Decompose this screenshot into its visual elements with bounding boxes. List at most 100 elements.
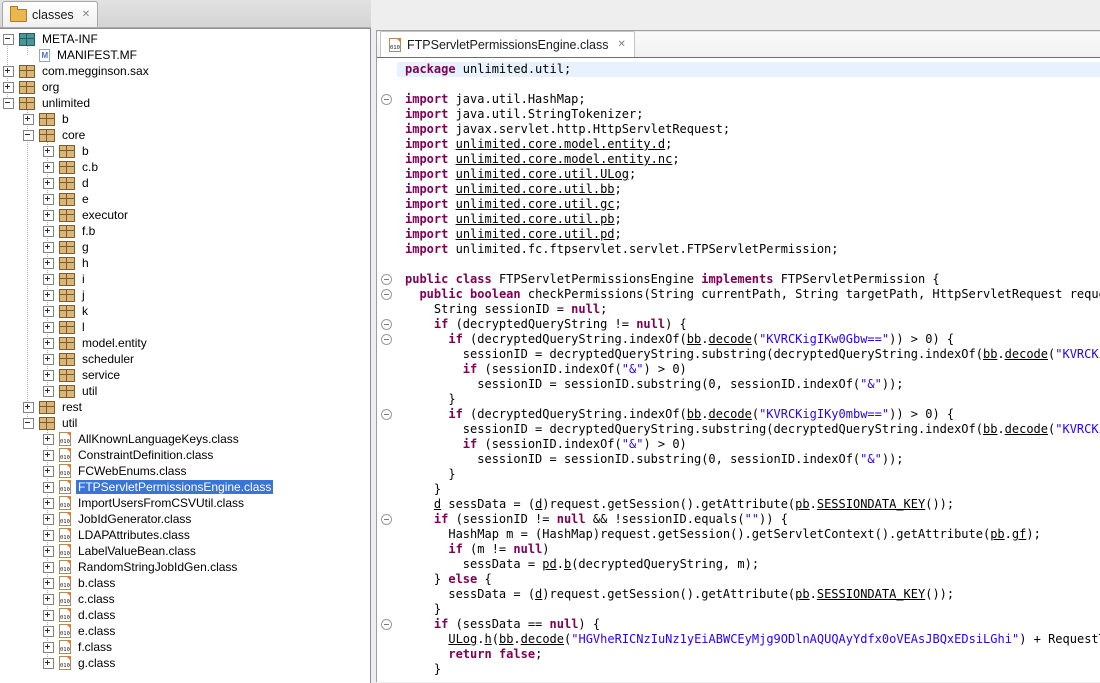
code-link[interactable]: unlimited.core.util.pb: [456, 212, 615, 226]
tree-item[interactable]: i: [0, 271, 370, 287]
tree-item[interactable]: c.b: [0, 159, 370, 175]
expand-toggle-icon[interactable]: [43, 562, 54, 573]
code-link[interactable]: bb: [499, 632, 513, 646]
code-link[interactable]: decode: [1005, 347, 1048, 361]
tree-item[interactable]: LDAPAttributes.class: [0, 527, 370, 543]
tree-item[interactable]: unlimited: [0, 95, 370, 111]
tree-item[interactable]: LabelValueBean.class: [0, 543, 370, 559]
code-link[interactable]: pb: [795, 497, 809, 511]
code-link[interactable]: gf: [1012, 527, 1026, 541]
expand-toggle-icon[interactable]: [43, 370, 54, 381]
collapse-toggle-icon[interactable]: [23, 418, 34, 429]
tree-item[interactable]: g: [0, 239, 370, 255]
code-link[interactable]: unlimited.core.util.ULog: [456, 167, 629, 181]
collapse-toggle-icon[interactable]: [3, 34, 14, 45]
expand-toggle-icon[interactable]: [43, 258, 54, 269]
expand-toggle-icon[interactable]: [43, 514, 54, 525]
expand-toggle-icon[interactable]: [43, 594, 54, 605]
fold-collapse-icon[interactable]: [381, 289, 392, 300]
close-icon[interactable]: ✕: [617, 40, 625, 50]
expand-toggle-icon[interactable]: [43, 658, 54, 669]
editor-content[interactable]: package unlimited.util;import java.util.…: [377, 58, 1100, 682]
tree-item[interactable]: ImportUsersFromCSVUtil.class: [0, 495, 370, 511]
tree-item[interactable]: FTPServletPermissionsEngine.class: [0, 479, 370, 495]
tree-item[interactable]: e: [0, 191, 370, 207]
expand-toggle-icon[interactable]: [3, 82, 14, 93]
code-link[interactable]: pb: [795, 587, 809, 601]
tree-item[interactable]: j: [0, 287, 370, 303]
close-icon[interactable]: ✕: [82, 10, 90, 20]
expand-toggle-icon[interactable]: [43, 306, 54, 317]
tree-item[interactable]: service: [0, 367, 370, 383]
code-link[interactable]: decode: [708, 407, 751, 421]
code-link[interactable]: decode: [1005, 422, 1048, 436]
tree-item[interactable]: c.class: [0, 591, 370, 607]
expand-toggle-icon[interactable]: [43, 146, 54, 157]
code-link[interactable]: bb: [687, 407, 701, 421]
collapse-toggle-icon[interactable]: [3, 98, 14, 109]
tree-item[interactable]: b.class: [0, 575, 370, 591]
tree-item[interactable]: model.entity: [0, 335, 370, 351]
tree-item[interactable]: RandomStringJobIdGen.class: [0, 559, 370, 575]
code-link[interactable]: decode: [521, 632, 564, 646]
expand-toggle-icon[interactable]: [43, 498, 54, 509]
expand-toggle-icon[interactable]: [43, 466, 54, 477]
expand-toggle-icon[interactable]: [43, 386, 54, 397]
expand-toggle-icon[interactable]: [3, 66, 14, 77]
fold-collapse-icon[interactable]: [381, 319, 392, 330]
expand-toggle-icon[interactable]: [23, 114, 34, 125]
expand-toggle-icon[interactable]: [43, 642, 54, 653]
fold-collapse-icon[interactable]: [381, 619, 392, 630]
tree-item[interactable]: g.class: [0, 655, 370, 671]
tree-item[interactable]: l: [0, 319, 370, 335]
tree-item[interactable]: META-INF: [0, 31, 370, 47]
tree-item[interactable]: JobIdGenerator.class: [0, 511, 370, 527]
code-link[interactable]: unlimited.core.util.pd: [456, 227, 615, 241]
tree-item[interactable]: e.class: [0, 623, 370, 639]
tree-item[interactable]: d.class: [0, 607, 370, 623]
expand-toggle-icon[interactable]: [43, 482, 54, 493]
expand-toggle-icon[interactable]: [43, 354, 54, 365]
expand-toggle-icon[interactable]: [43, 290, 54, 301]
expand-toggle-icon[interactable]: [43, 178, 54, 189]
expand-toggle-icon[interactable]: [43, 626, 54, 637]
expand-toggle-icon[interactable]: [43, 210, 54, 221]
tree-item[interactable]: com.megginson.sax: [0, 63, 370, 79]
tree-item[interactable]: core: [0, 127, 370, 143]
tree-item[interactable]: b: [0, 111, 370, 127]
fold-collapse-icon[interactable]: [381, 409, 392, 420]
expand-toggle-icon[interactable]: [43, 338, 54, 349]
tree-item[interactable]: AllKnownLanguageKeys.class: [0, 431, 370, 447]
code-link[interactable]: unlimited.core.util.bb: [456, 182, 615, 196]
expand-toggle-icon[interactable]: [43, 242, 54, 253]
tree-item[interactable]: scheduler: [0, 351, 370, 367]
tree-item[interactable]: executor: [0, 207, 370, 223]
expand-toggle-icon[interactable]: [43, 434, 54, 445]
code-link[interactable]: bb: [983, 422, 997, 436]
tree-item[interactable]: f.class: [0, 639, 370, 655]
tree-item[interactable]: d: [0, 175, 370, 191]
code-link[interactable]: unlimited.core.util.gc: [456, 197, 615, 211]
tree-item[interactable]: MANIFEST.MF: [0, 47, 370, 63]
expand-toggle-icon[interactable]: [43, 194, 54, 205]
expand-toggle-icon[interactable]: [43, 546, 54, 557]
expand-toggle-icon[interactable]: [43, 322, 54, 333]
tree-item[interactable]: rest: [0, 399, 370, 415]
fold-collapse-icon[interactable]: [381, 274, 392, 285]
fold-collapse-icon[interactable]: [381, 94, 392, 105]
code-link[interactable]: unlimited.core.model.entity.nc: [456, 152, 673, 166]
tree-item[interactable]: f.b: [0, 223, 370, 239]
expand-toggle-icon[interactable]: [23, 402, 34, 413]
code-link[interactable]: h: [485, 632, 492, 646]
expand-toggle-icon[interactable]: [43, 610, 54, 621]
tree-item[interactable]: util: [0, 415, 370, 431]
code-link[interactable]: ULog: [448, 632, 477, 646]
collapse-toggle-icon[interactable]: [23, 130, 34, 141]
code-link[interactable]: pd: [542, 557, 556, 571]
expand-toggle-icon[interactable]: [43, 274, 54, 285]
tab-classes[interactable]: classes ✕: [2, 1, 98, 27]
tree-item[interactable]: h: [0, 255, 370, 271]
code-link[interactable]: SESSIONDATA_KEY: [817, 587, 925, 601]
code-link[interactable]: bb: [687, 332, 701, 346]
expand-toggle-icon[interactable]: [43, 162, 54, 173]
